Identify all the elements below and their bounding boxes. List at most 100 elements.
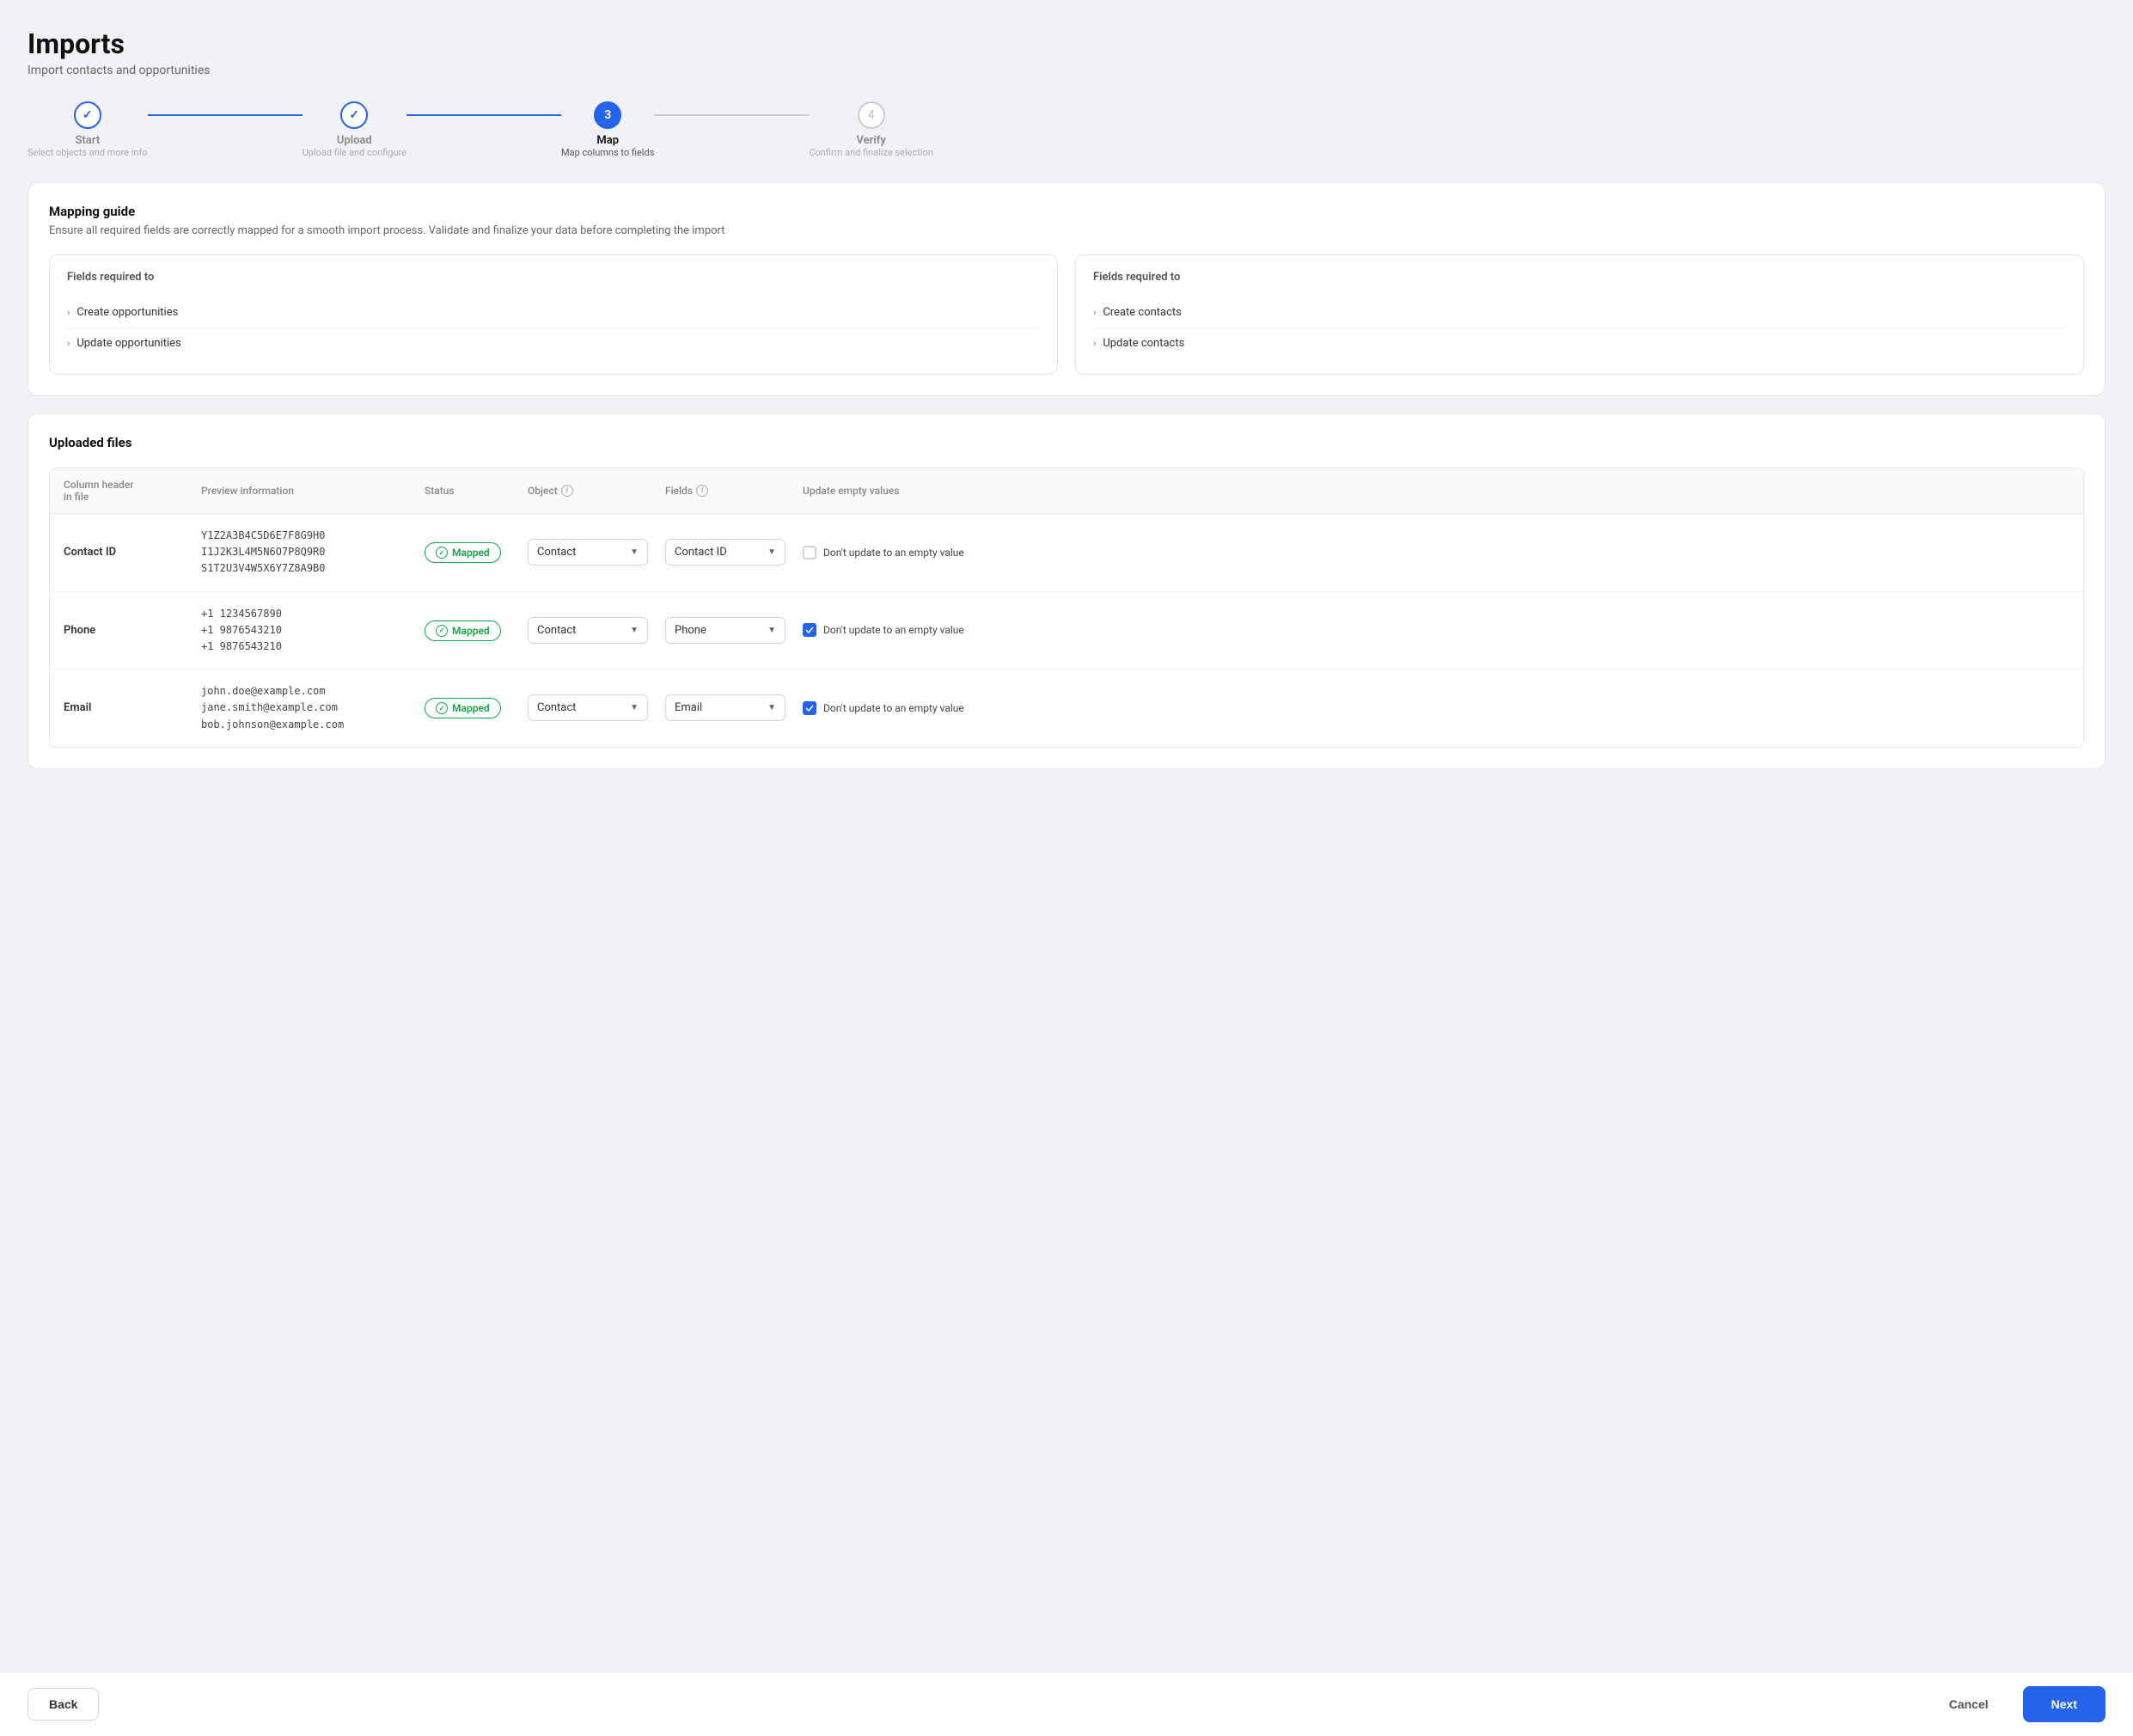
guide-item-create-opp-label: Create opportunities bbox=[76, 306, 178, 319]
header-column-name-text: Column headerin file bbox=[64, 479, 134, 503]
row1-object-select[interactable]: Contact ▼ bbox=[528, 539, 665, 565]
table-row: Phone +1 1234567890+1 9876543210+1 98765… bbox=[50, 592, 2083, 670]
row1-field-select[interactable]: Contact ID ▼ bbox=[665, 539, 803, 565]
row2-object-value: Contact bbox=[537, 624, 576, 637]
row2-status: ✓ Mapped bbox=[425, 620, 528, 641]
step-map-circle: 3 bbox=[594, 101, 621, 129]
row1-update-empty-checkbox[interactable] bbox=[803, 546, 816, 559]
chevron-icon-update-contacts: › bbox=[1093, 338, 1096, 349]
step-verify-desc: Confirm and finalize selection bbox=[809, 147, 933, 158]
row1-object-dropdown[interactable]: Contact ▼ bbox=[528, 539, 648, 565]
row3-object-select[interactable]: Contact ▼ bbox=[528, 694, 665, 721]
back-button[interactable]: Back bbox=[28, 1688, 99, 1721]
header-preview-text: Preview information bbox=[201, 485, 294, 497]
row2-object-select[interactable]: Contact ▼ bbox=[528, 617, 665, 644]
row3-update-empty-checkbox[interactable] bbox=[803, 701, 816, 715]
row2-mapped-text: Mapped bbox=[452, 625, 490, 637]
guide-item-create-contacts[interactable]: › Create contacts bbox=[1093, 297, 2066, 328]
guide-item-update-contacts[interactable]: › Update contacts bbox=[1093, 328, 2066, 358]
mapping-guide-desc: Ensure all required fields are correctly… bbox=[49, 224, 2084, 237]
object-info-icon: i bbox=[561, 485, 573, 497]
row1-mapped-text: Mapped bbox=[452, 547, 490, 559]
row1-field-arrow: ▼ bbox=[767, 547, 776, 557]
files-table: Column headerin file Preview information… bbox=[49, 468, 2084, 748]
row1-field-dropdown[interactable]: Contact ID ▼ bbox=[665, 539, 785, 565]
step-verify-circle: 4 bbox=[858, 101, 885, 129]
row1-field-value: Contact ID bbox=[675, 546, 727, 559]
row2-field-select[interactable]: Phone ▼ bbox=[665, 617, 803, 644]
row3-status: ✓ Mapped bbox=[425, 698, 528, 719]
uploaded-files-title: Uploaded files bbox=[49, 435, 2084, 450]
row1-update-empty-label: Don't update to an empty value bbox=[823, 547, 964, 559]
row2-check-svg bbox=[805, 627, 814, 633]
row2-field-value: Phone bbox=[675, 624, 706, 637]
step-start-circle: ✓ bbox=[74, 101, 101, 129]
row3-field-dropdown[interactable]: Email ▼ bbox=[665, 694, 785, 721]
row1-check-icon: ✓ bbox=[436, 547, 448, 559]
guide-boxes: Fields required to › Create opportunitie… bbox=[49, 254, 2084, 375]
row1-column-name: Contact ID bbox=[64, 546, 201, 559]
guide-box-contacts-title: Fields required to bbox=[1093, 271, 2066, 284]
table-row: Email john.doe@example.comjane.smith@exa… bbox=[50, 669, 2083, 747]
step-verify-label: Verify bbox=[856, 134, 885, 147]
guide-box-contacts: Fields required to › Create contacts › U… bbox=[1075, 254, 2084, 375]
row2-update-empty-checkbox[interactable] bbox=[803, 623, 816, 637]
next-button[interactable]: Next bbox=[2023, 1686, 2105, 1722]
row3-object-dropdown[interactable]: Contact ▼ bbox=[528, 694, 648, 721]
row1-object-arrow: ▼ bbox=[630, 547, 639, 557]
chevron-icon-update-opp: › bbox=[67, 338, 70, 349]
row3-mapped-badge: ✓ Mapped bbox=[425, 698, 501, 718]
row1-preview: Y1Z2A3B4C5D6E7F8G9H0I1J2K3L4M5N6O7P8Q9R0… bbox=[201, 528, 425, 578]
row2-field-arrow: ▼ bbox=[767, 626, 776, 635]
step-verify: 4 Verify Confirm and finalize selection bbox=[809, 101, 933, 158]
footer: Back Cancel Next bbox=[0, 1672, 2133, 1736]
row1-update-empty: Don't update to an empty value bbox=[803, 546, 992, 559]
footer-right: Cancel Next bbox=[1928, 1686, 2105, 1722]
header-status: Status bbox=[425, 479, 528, 503]
step-upload-circle: ✓ bbox=[340, 101, 368, 129]
guide-item-update-contacts-label: Update contacts bbox=[1103, 337, 1184, 350]
row2-mapped-badge: ✓ Mapped bbox=[425, 620, 501, 641]
row1-mapped-badge: ✓ Mapped bbox=[425, 542, 501, 563]
step-line-3 bbox=[654, 101, 809, 116]
row2-column-name: Phone bbox=[64, 624, 201, 637]
step-map: 3 Map Map columns to fields bbox=[561, 101, 654, 158]
row2-update-empty-label: Don't update to an empty value bbox=[823, 624, 964, 636]
step-upload: ✓ Upload Upload file and configure bbox=[303, 101, 406, 158]
row2-preview: +1 1234567890+1 9876543210+1 9876543210 bbox=[201, 606, 425, 656]
step-start-label: Start bbox=[75, 134, 100, 147]
row3-check-icon: ✓ bbox=[436, 702, 448, 714]
row3-update-empty: Don't update to an empty value bbox=[803, 701, 992, 715]
guide-item-update-opp[interactable]: › Update opportunities bbox=[67, 328, 1040, 358]
step-line-1 bbox=[148, 101, 303, 116]
guide-item-create-opp[interactable]: › Create opportunities bbox=[67, 297, 1040, 328]
row3-mapped-text: Mapped bbox=[452, 702, 490, 714]
page-subtitle: Import contacts and opportunities bbox=[28, 64, 2105, 77]
step-start-desc: Select objects and more info bbox=[28, 147, 148, 158]
header-preview: Preview information bbox=[201, 479, 425, 503]
step-map-desc: Map columns to fields bbox=[561, 147, 654, 158]
row1-object-value: Contact bbox=[537, 546, 576, 559]
header-update-empty: Update empty values bbox=[803, 479, 992, 503]
row3-column-name: Email bbox=[64, 701, 201, 714]
guide-box-opp-title: Fields required to bbox=[67, 271, 1040, 284]
table-header: Column headerin file Preview information… bbox=[50, 468, 2083, 514]
row3-object-value: Contact bbox=[537, 701, 576, 714]
mapping-guide-title: Mapping guide bbox=[49, 204, 2084, 219]
header-fields-text: Fields bbox=[665, 485, 693, 497]
row2-field-dropdown[interactable]: Phone ▼ bbox=[665, 617, 785, 644]
row2-object-arrow: ▼ bbox=[630, 626, 639, 635]
stepper: ✓ Start Select objects and more info ✓ U… bbox=[28, 101, 2105, 158]
row2-update-empty: Don't update to an empty value bbox=[803, 623, 992, 637]
row3-field-select[interactable]: Email ▼ bbox=[665, 694, 803, 721]
row3-object-arrow: ▼ bbox=[630, 703, 639, 712]
step-start: ✓ Start Select objects and more info bbox=[28, 101, 148, 158]
row2-object-dropdown[interactable]: Contact ▼ bbox=[528, 617, 648, 644]
row3-update-empty-label: Don't update to an empty value bbox=[823, 702, 964, 714]
row3-field-arrow: ▼ bbox=[767, 703, 776, 712]
cancel-button[interactable]: Cancel bbox=[1928, 1689, 2009, 1720]
row3-preview: john.doe@example.comjane.smith@example.c… bbox=[201, 683, 425, 733]
header-status-text: Status bbox=[425, 485, 455, 497]
header-object-text: Object bbox=[528, 485, 558, 497]
chevron-icon-create-opp: › bbox=[67, 307, 70, 318]
